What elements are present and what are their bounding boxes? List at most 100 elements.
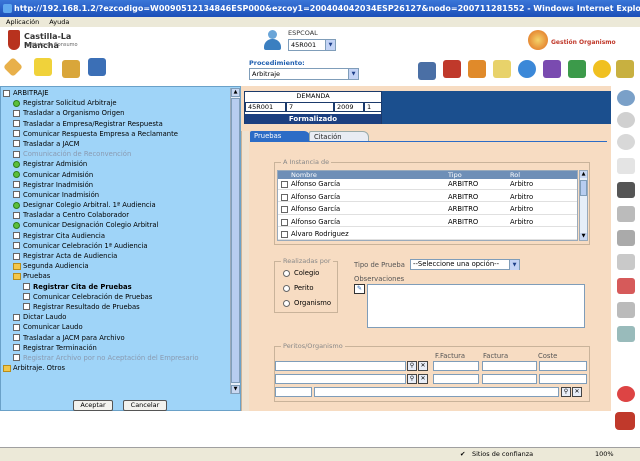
organismo-code-field[interactable] [275, 387, 312, 397]
done-icon[interactable] [13, 201, 20, 209]
zoom-level[interactable]: 100% [595, 448, 614, 461]
tree-scrollbar[interactable]: ▲ ▼ [230, 88, 240, 394]
scroll-down-icon[interactable]: ▼ [231, 385, 240, 394]
tree-item[interactable]: Pruebas [3, 271, 229, 281]
save-icon[interactable] [617, 182, 635, 198]
car-icon[interactable] [615, 412, 635, 430]
checkbox-icon[interactable] [13, 354, 20, 362]
tree-item[interactable]: Comunicar Inadmisión [3, 190, 229, 200]
tree-item[interactable]: Comunicación de Reconvención [3, 149, 229, 159]
tipo-prueba-select[interactable]: --Seleccione una opción-- ▼ [410, 259, 520, 270]
gestion-icon[interactable] [528, 30, 548, 50]
tree-item[interactable]: Registrar Admisión [3, 159, 229, 169]
done-icon[interactable] [13, 171, 20, 178]
clipboard-icon[interactable] [617, 278, 635, 294]
back-icon[interactable] [617, 112, 635, 128]
tree-item[interactable]: Registrar Inadmisión [3, 180, 229, 190]
edit-icon[interactable]: ✎ [354, 284, 365, 294]
table-row[interactable]: Alfonso García ARBITRO Arbitro [278, 204, 577, 215]
row-checkbox[interactable] [281, 181, 288, 188]
checkbox-icon[interactable] [23, 283, 30, 291]
menu-item-aplicacion[interactable]: Aplicación [6, 18, 39, 26]
tree-item[interactable]: Registrar Solicitud Arbitraje [3, 98, 229, 108]
checkbox-icon[interactable] [13, 191, 20, 199]
checkbox-icon[interactable] [13, 130, 20, 138]
close-icon[interactable]: ✕ [572, 387, 582, 397]
tree-item[interactable]: Designar Colegio Arbitral. 1ª Audiencia [3, 200, 229, 210]
checkbox-icon[interactable] [13, 140, 20, 148]
checkbox-icon[interactable] [13, 313, 20, 321]
checkbox-icon[interactable] [23, 293, 30, 301]
done-icon[interactable] [13, 221, 20, 229]
ffactura-field-2[interactable] [433, 374, 479, 384]
checkbox-icon[interactable] [13, 334, 20, 341]
menu-item-ayuda[interactable]: Ayuda [49, 18, 69, 26]
folder-icon[interactable] [62, 60, 80, 78]
organismo-name-field[interactable] [314, 387, 559, 397]
printer-icon[interactable] [617, 326, 635, 342]
folder-icon[interactable] [13, 272, 21, 280]
close-icon[interactable]: ✕ [418, 374, 428, 384]
tree-item[interactable]: Registrar Archivo por no Aceptación del … [3, 353, 229, 363]
tree-item[interactable]: Registrar Cita de Pruebas [3, 282, 229, 292]
scroll-up-icon[interactable]: ▲ [231, 88, 240, 97]
scroll-up-icon[interactable]: ▲ [580, 171, 587, 178]
print-icon[interactable] [617, 230, 635, 246]
search-icon[interactable]: ⚲ [407, 361, 417, 371]
paste-icon[interactable] [617, 302, 635, 318]
row-checkbox[interactable] [281, 231, 288, 238]
grid-scrollbar[interactable]: ▲ ▼ [579, 170, 588, 241]
espcoal-select[interactable]: 45R001 ▼ [288, 39, 336, 51]
checkbox-icon[interactable] [13, 232, 20, 240]
checkbox-icon[interactable] [13, 150, 20, 158]
done-icon[interactable] [13, 99, 20, 107]
magnifier-icon[interactable] [617, 90, 635, 106]
tree-item[interactable]: Comunicar Respuesta Empresa a Reclamante [3, 129, 229, 139]
minus-icon[interactable] [3, 89, 10, 97]
copy-icon[interactable] [617, 254, 635, 270]
tree-item[interactable]: Registrar Cita Audiencia [3, 231, 229, 241]
gear-icon[interactable] [593, 60, 611, 78]
tree-item[interactable]: Trasladar a Centro Colaborador [3, 210, 229, 220]
books-icon[interactable] [443, 60, 461, 78]
tree-item[interactable]: Segunda Audiencia [3, 261, 229, 271]
cancel-button[interactable]: Cancelar [123, 400, 167, 411]
checkbox-icon[interactable] [13, 120, 20, 128]
tree-item[interactable]: Registrar Terminación [3, 343, 229, 353]
row-checkbox[interactable] [281, 218, 288, 226]
sticky-note-icon[interactable] [34, 58, 52, 76]
tree-item[interactable]: Registrar Resultado de Pruebas [3, 302, 229, 312]
tree-item[interactable]: Trasladar a JACM [3, 139, 229, 149]
observaciones-textarea[interactable] [367, 284, 585, 328]
settings-icon[interactable] [616, 60, 634, 78]
checkbox-icon[interactable] [13, 211, 20, 219]
scroll-down-icon[interactable]: ▼ [580, 233, 587, 240]
scroll-thumb[interactable] [580, 180, 587, 196]
computer-icon[interactable] [88, 58, 106, 76]
tree-item[interactable]: Registrar Acta de Audiencia [3, 251, 229, 261]
tree-item[interactable]: Comunicar Designación Colegio Arbitral [3, 220, 229, 230]
row-checkbox[interactable] [281, 193, 288, 201]
gestion-label[interactable]: Gestión Organismo [551, 39, 616, 46]
close-icon[interactable]: ✕ [418, 361, 428, 371]
globe-icon[interactable] [518, 60, 536, 78]
perito-name-field-2[interactable] [275, 374, 406, 384]
archive-icon[interactable] [468, 60, 486, 78]
tree-item[interactable]: Comunicar Celebración de Pruebas [3, 292, 229, 302]
documents-icon[interactable] [617, 158, 635, 174]
alert-icon[interactable] [617, 386, 635, 402]
row-checkbox[interactable] [281, 206, 288, 213]
folder-icon[interactable] [3, 364, 11, 372]
tree-item[interactable]: Arbitraje. Otros [3, 363, 229, 373]
envelope-icon[interactable] [493, 60, 511, 78]
tree-item[interactable]: Comunicar Celebración 1ª Audiencia [3, 241, 229, 251]
checkbox-icon[interactable] [13, 252, 20, 260]
table-row[interactable]: Alfonso García ARBITRO Arbitro [278, 179, 577, 190]
table-row[interactable]: Alfonso García ARBITRO Arbitro [278, 216, 577, 227]
ffactura-field-1[interactable] [433, 361, 479, 371]
perito-name-field-1[interactable] [275, 361, 406, 371]
laptop-icon[interactable] [418, 62, 436, 80]
search-icon[interactable]: ⚲ [561, 387, 571, 397]
done-icon[interactable] [13, 160, 20, 168]
table-row[interactable]: Alvaro Rodriguez [278, 229, 577, 240]
